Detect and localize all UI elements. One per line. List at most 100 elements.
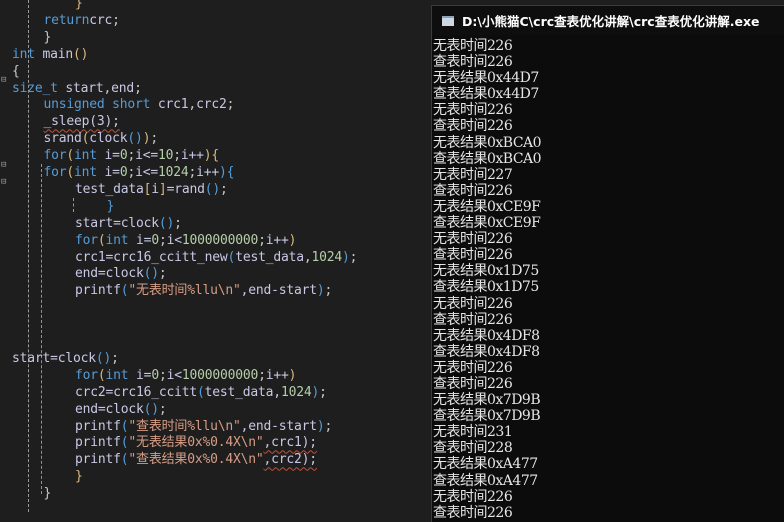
code-token: ) — [311, 384, 320, 400]
code-token: i++ — [265, 232, 289, 248]
console-output-line: 查表结果0xBCA0 — [433, 150, 542, 167]
code-line[interactable]: } — [75, 468, 83, 485]
code-token: ; — [188, 165, 197, 180]
code-token: ; — [158, 367, 167, 383]
code-line[interactable]: returncrc; — [44, 12, 120, 29]
code-token: i — [151, 181, 159, 197]
code-token: ; — [258, 232, 266, 248]
code-token: i< — [166, 367, 182, 383]
code-token: ,end-start — [240, 283, 317, 299]
console-output-line: 查表时间226 — [433, 311, 513, 328]
code-token: main — [34, 46, 74, 62]
code-line[interactable]: } — [44, 485, 52, 502]
code-line[interactable]: end=clock(); — [75, 401, 167, 418]
code-token: , — [188, 97, 197, 113]
console-output-line: 查表结果0xA477 — [433, 472, 538, 489]
code-line[interactable]: printf("无表结果0x%0.4X\n",crc1); — [75, 434, 317, 451]
code-line[interactable]: } — [107, 198, 115, 215]
code-token: start — [57, 80, 104, 96]
code-token: ; — [127, 148, 136, 164]
code-editor[interactable]: ⊟ ⊟ ⊟ } returncrc;} int main(){size_t star… — [0, 0, 430, 521]
fold-marker-icon[interactable]: ⊟ — [1, 177, 6, 187]
code-line[interactable]: end=clock(); — [75, 265, 167, 282]
code-line[interactable]: printf("查表结果0x%0.4X\n",crc2); — [75, 451, 317, 468]
console-output-line: 查表结果0xCE9F — [433, 215, 541, 232]
code-line[interactable]: int main() — [12, 46, 89, 63]
console-app-icon — [442, 15, 454, 26]
code-token: i++ — [180, 148, 204, 164]
code-token: start=clock — [12, 350, 96, 366]
code-token: 1024 — [311, 249, 342, 265]
code-line[interactable]: for(int i=0;i<=1024;i++){ — [44, 164, 235, 181]
code-line[interactable]: unsigned short crc1,crc2; — [44, 96, 235, 113]
code-token: ( — [66, 165, 75, 180]
code-token: ; — [158, 266, 167, 282]
code-line[interactable]: printf("查表时间%llu\n",end-start); — [75, 418, 332, 435]
code-line[interactable]: start=clock(); — [75, 215, 182, 232]
code-token: int — [12, 46, 35, 62]
code-line[interactable]: printf("无表时间%llu\n",end-start); — [75, 282, 332, 299]
code-token: () — [158, 215, 175, 231]
console-output-line: 查表结果0x4DF8 — [433, 343, 540, 360]
code-token: () — [143, 401, 159, 417]
code-token: end — [111, 80, 135, 96]
code-token: 10 — [157, 148, 174, 164]
fold-marker-icon[interactable]: ⊟ — [1, 75, 6, 85]
code-token: size_t — [12, 80, 58, 96]
console-window[interactable]: D:\小熊猫C\crc查表优化讲解\crc查表优化讲解.exe 无表时间226 查… — [431, 5, 784, 522]
code-token: } — [75, 0, 83, 11]
console-output-line: 无表结果0xBCA0 — [433, 134, 542, 151]
code-token: ( — [97, 232, 106, 248]
code-token: () — [127, 131, 143, 147]
console-title-bar[interactable]: D:\小熊猫C\crc查表优化讲解\crc查表优化讲解.exe — [432, 6, 784, 35]
code-token: =rand — [166, 181, 205, 197]
code-token: test_data, — [204, 384, 281, 400]
code-token: "查表结果0x%0.4X\n" — [128, 452, 264, 468]
console-output: 无表时间226 查表时间226 无表结果0x44D7 查表结果0x44D7 无表时间22… — [432, 35, 784, 521]
code-line[interactable]: { — [12, 63, 20, 80]
code-token: () — [143, 266, 159, 282]
code-line[interactable]: crc1=crc16_ccitt_new(test_data,1024); — [75, 249, 357, 266]
code-token: return — [43, 12, 90, 28]
code-token: int — [74, 148, 97, 164]
code-token: crc1=crc16_ccitt_new — [75, 249, 228, 265]
code-token: ; — [258, 367, 266, 383]
fold-marker-icon[interactable]: ⊟ — [1, 160, 6, 170]
code-token: int — [74, 165, 97, 180]
code-token: for — [75, 232, 98, 248]
code-token: } — [43, 486, 52, 502]
code-line[interactable]: _sleep(3); — [44, 113, 120, 130]
code-line[interactable]: test_data[i]=rand(); — [75, 181, 228, 198]
code-token: printf — [75, 452, 121, 468]
code-line[interactable]: for(int i=0;i<1000000000;i++) — [75, 232, 297, 249]
console-output-line: 查表时间226 — [433, 118, 513, 135]
code-token: ; — [349, 249, 358, 265]
code-line[interactable]: crc2=crc16_ccitt(test_data,1024); — [75, 384, 327, 401]
console-output-line: 无表时间226 — [433, 295, 513, 312]
code-token: 1024 — [280, 384, 312, 400]
code-token: 1000000000 — [181, 367, 259, 383]
code-token: i= — [96, 148, 120, 164]
code-line[interactable]: } — [44, 29, 52, 46]
code-line[interactable]: start=clock(); — [12, 350, 119, 367]
console-output-line: 无表结果0x4DF8 — [433, 327, 540, 344]
code-token: 0 — [151, 232, 159, 248]
console-output-line: 查表时间226 — [433, 375, 513, 392]
code-token: for — [43, 148, 67, 164]
code-token: start=clock — [75, 215, 159, 231]
code-line[interactable]: for(int i=0;i<1000000000;i++) — [75, 367, 297, 384]
code-line[interactable]: srand(clock()); — [44, 130, 159, 147]
code-token: ; — [324, 418, 333, 434]
code-token: i= — [128, 232, 152, 248]
code-token: i<= — [135, 165, 158, 180]
code-line[interactable]: } — [75, 0, 83, 12]
code-token: ( — [197, 384, 205, 400]
code-token: ; — [112, 12, 120, 28]
code-token: ,end-start — [240, 418, 317, 434]
code-token: end=clock — [75, 266, 144, 282]
code-line[interactable]: for(int i=0;i<=10;i++){ — [44, 147, 220, 164]
code-token: } — [75, 469, 83, 485]
code-line[interactable]: size_t start,end; — [12, 80, 142, 97]
console-output-line: 查表时间228 — [433, 440, 513, 457]
code-token: crc — [89, 12, 113, 28]
